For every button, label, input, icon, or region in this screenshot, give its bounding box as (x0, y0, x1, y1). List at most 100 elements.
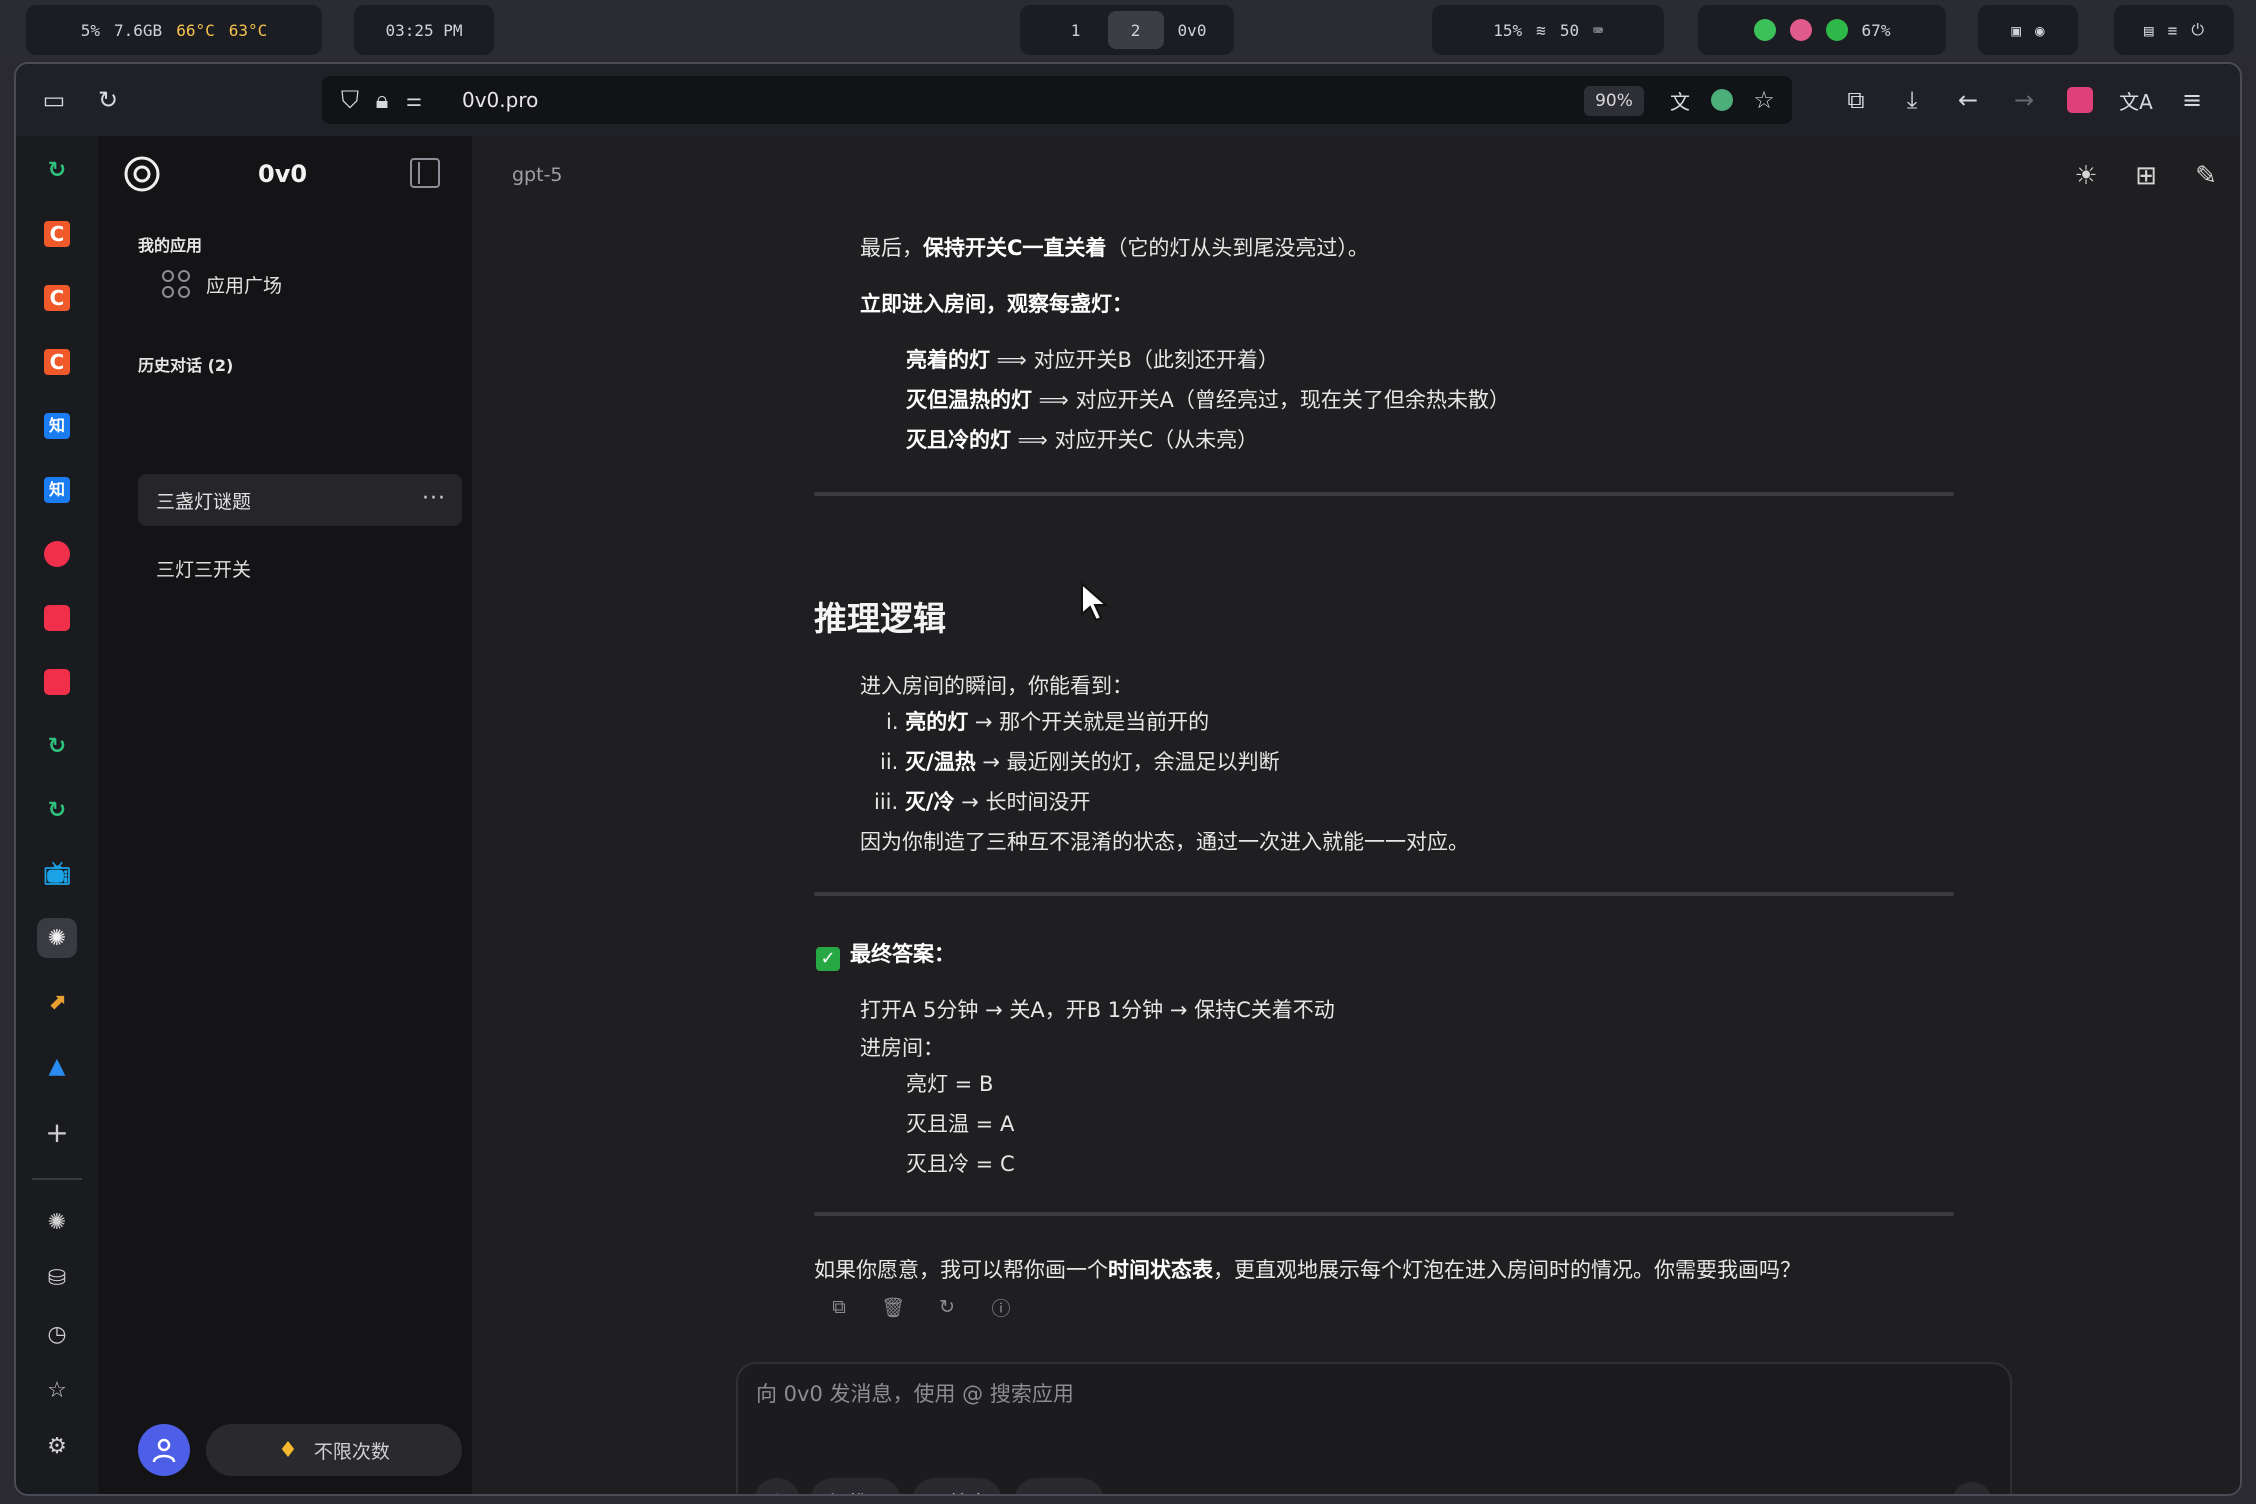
workspace-switcher: 1 2 0v0 (1020, 5, 1234, 55)
rail-app-green-icon[interactable]: ↻ (37, 790, 77, 830)
plan-button[interactable]: ♦ 不限次数 (206, 1424, 462, 1476)
permissions-icon[interactable]: ⚌ (396, 82, 432, 118)
message-line: 因为你制造了三种互不混淆的状态，通过一次进入就能一一对应。 (860, 830, 1469, 854)
regenerate-icon[interactable]: ↻ (936, 1296, 958, 1318)
message-input[interactable] (756, 1378, 1956, 1438)
rail-xiaohongshu-icon[interactable] (37, 534, 77, 574)
rail-mountain-icon[interactable]: ▲ (37, 1046, 77, 1086)
url-text[interactable]: 0v0.pro (462, 88, 538, 112)
translate-page-icon[interactable]: 文A (2118, 82, 2154, 118)
palette-icon[interactable]: ◉ (2035, 21, 2045, 40)
new-chat-edit-icon[interactable]: ✎ (2188, 158, 2224, 194)
workspace-1[interactable]: 1 (1048, 11, 1104, 49)
volume-level[interactable]: 50 (1560, 21, 1579, 40)
attach-add-button[interactable]: + (754, 1478, 800, 1494)
brightness-level[interactable]: 15% (1493, 21, 1522, 40)
forward-icon[interactable]: → (2006, 82, 2042, 118)
profile-extension-icon[interactable] (2062, 82, 2098, 118)
message-line: 最后，保持开关C一直关着（它的灯从头到尾没亮过）。 (860, 236, 1369, 260)
gpu-temperature: 63°C (228, 20, 268, 40)
menu-icon[interactable]: ≡ (2168, 21, 2178, 40)
extension-globe-icon[interactable] (1704, 82, 1740, 118)
message-line: 灭但温热的灯 ⟹ 对应开关A（曾经亮过，现在关了但余热未散） (906, 388, 1510, 412)
clock: 03:25 PM (354, 5, 494, 55)
shield-icon[interactable]: ⛉ (332, 82, 368, 118)
app-square-label: 应用广场 (206, 274, 283, 297)
system-stats: 5% 7.6GB 66°C 63°C (26, 5, 322, 55)
rail-app-c-icon[interactable]: C (37, 342, 77, 382)
sidebar-toggle-icon[interactable]: ▭ (36, 82, 72, 118)
reload-icon[interactable]: ↻ (90, 82, 126, 118)
send-icon[interactable]: ➤ (1952, 1482, 1992, 1494)
grid-view-icon[interactable]: ⊞ (2128, 158, 2164, 194)
address-bar[interactable]: ⛉ 🔒︎ ⚌ 0v0.pro 90% 文 ☆ (322, 76, 1792, 124)
rail-app-green-icon[interactable]: ↻ (37, 150, 77, 190)
keyboard-icon[interactable]: ⌨ (1593, 21, 1603, 40)
message-line: 灭且温 = A (906, 1112, 1015, 1136)
active-window-title: 0v0 (1177, 20, 1207, 40)
workspace-2[interactable]: 2 (1107, 11, 1164, 49)
tray-extra: ▣ ◉ (1978, 5, 2078, 55)
screenshot-icon[interactable]: ▣ (2011, 21, 2021, 40)
clipboard-icon[interactable]: ▤ (2144, 21, 2154, 40)
rail-openai-icon[interactable]: ✺ (37, 918, 77, 958)
user-avatar[interactable] (138, 1424, 190, 1476)
section-heading: 推理逻辑 (814, 599, 946, 638)
app-title: 0v0 (258, 160, 308, 188)
download-icon[interactable]: ⤓ (1894, 82, 1930, 118)
tray: 67% (1698, 5, 1946, 55)
collapse-sidebar-icon[interactable] (410, 158, 440, 188)
reasoning-toggle[interactable]: ⚛ 推理 (810, 1478, 902, 1494)
list-item: ii. 灭/温热 → 最近刚关的灯，余温足以判断 (880, 750, 1280, 774)
message-composer: + ⚛ 推理 ⊕ 搜索 ⊡ 工具 ➤ (736, 1362, 2012, 1494)
rail-kling-icon[interactable]: ⬈ (37, 982, 77, 1022)
message-line: 亮着的灯 ⟹ 对应开关B（此刻还开着） (906, 348, 1279, 372)
browser-toolbar: ▭ ↻ ⛉ 🔒︎ ⚌ 0v0.pro 90% 文 ☆ ⧉ ⤓ ← → 文A ≡ (16, 64, 2240, 136)
history-item[interactable]: 三灯三开关 (138, 542, 462, 594)
rail-bilibili-icon[interactable]: 📺︎ (37, 854, 77, 894)
rail-app-c-icon[interactable]: C (37, 214, 77, 254)
zoom-level[interactable]: 90% (1584, 86, 1644, 116)
theme-sun-icon[interactable]: ☀ (2068, 158, 2104, 194)
bookmark-star-icon[interactable]: ☆ (1746, 82, 1782, 118)
rail-storage-icon[interactable]: ⛁ (37, 1258, 77, 1298)
cpu-temperature: 66°C (176, 20, 215, 40)
app-square-link[interactable]: 应用广场 (162, 270, 282, 298)
rail-settings-icon[interactable]: ⚙ (37, 1426, 77, 1466)
power-icon[interactable]: ⏻ (2191, 20, 2204, 40)
rail-chatgpt-icon[interactable]: ✺ (37, 1202, 77, 1242)
rail-zhihu-icon[interactable]: 知 (37, 470, 77, 510)
chat-main: gpt-5 ☀ ⊞ ✎ 最后，保持开关C一直关着（它的灯从头到尾没亮过）。 立即… (472, 136, 2240, 1494)
hamburger-menu-icon[interactable]: ≡ (2174, 82, 2210, 118)
memory-usage: 7.6GB (114, 20, 163, 40)
history-item-active[interactable]: 三盏灯谜题 ··· (138, 474, 462, 526)
more-options-icon[interactable]: ··· (422, 486, 446, 511)
rail-xiaohongshu-icon[interactable] (37, 598, 77, 638)
search-toggle[interactable]: ⊕ 搜索 (912, 1478, 1002, 1494)
bluetooth-icon[interactable] (1789, 19, 1812, 41)
rail-add-icon[interactable]: + (37, 1112, 77, 1152)
wechat-icon[interactable] (1825, 19, 1848, 41)
rail-zhihu-icon[interactable]: 知 (37, 406, 77, 446)
tray-app-icon[interactable] (1753, 19, 1776, 41)
tools-button[interactable]: ⊡ 工具 (1014, 1478, 1104, 1494)
delete-icon[interactable]: 🗑︎ (881, 1296, 905, 1319)
browser-window: ▭ ↻ ⛉ 🔒︎ ⚌ 0v0.pro 90% 文 ☆ ⧉ ⤓ ← → 文A ≡ … (14, 62, 2242, 1496)
lock-icon[interactable]: 🔒︎ (364, 82, 400, 118)
rail-history-icon[interactable]: ◷ (37, 1314, 77, 1354)
copy-icon[interactable]: ⧉ (828, 1296, 850, 1318)
system-controls: 15% ≋ 50 ⌨ (1432, 5, 1664, 55)
translate-icon[interactable]: 文 (1662, 82, 1698, 118)
extensions-icon[interactable]: ⧉ (1838, 82, 1874, 118)
model-selector[interactable]: gpt-5 (512, 164, 563, 186)
message-actions: ⧉ 🗑︎ ↻ ⓘ (828, 1296, 1012, 1320)
back-icon[interactable]: ← (1950, 82, 1986, 118)
clock-text: 03:25 PM (385, 20, 463, 40)
rail-xiaohongshu-icon[interactable] (37, 662, 77, 702)
rail-divider (32, 1178, 82, 1180)
rail-app-c-icon[interactable]: C (37, 278, 77, 318)
info-icon[interactable]: ⓘ (990, 1296, 1012, 1320)
rail-app-green-icon[interactable]: ↻ (37, 726, 77, 766)
wifi-icon[interactable]: ≋ (1536, 21, 1546, 40)
rail-favorites-icon[interactable]: ☆ (37, 1370, 77, 1410)
